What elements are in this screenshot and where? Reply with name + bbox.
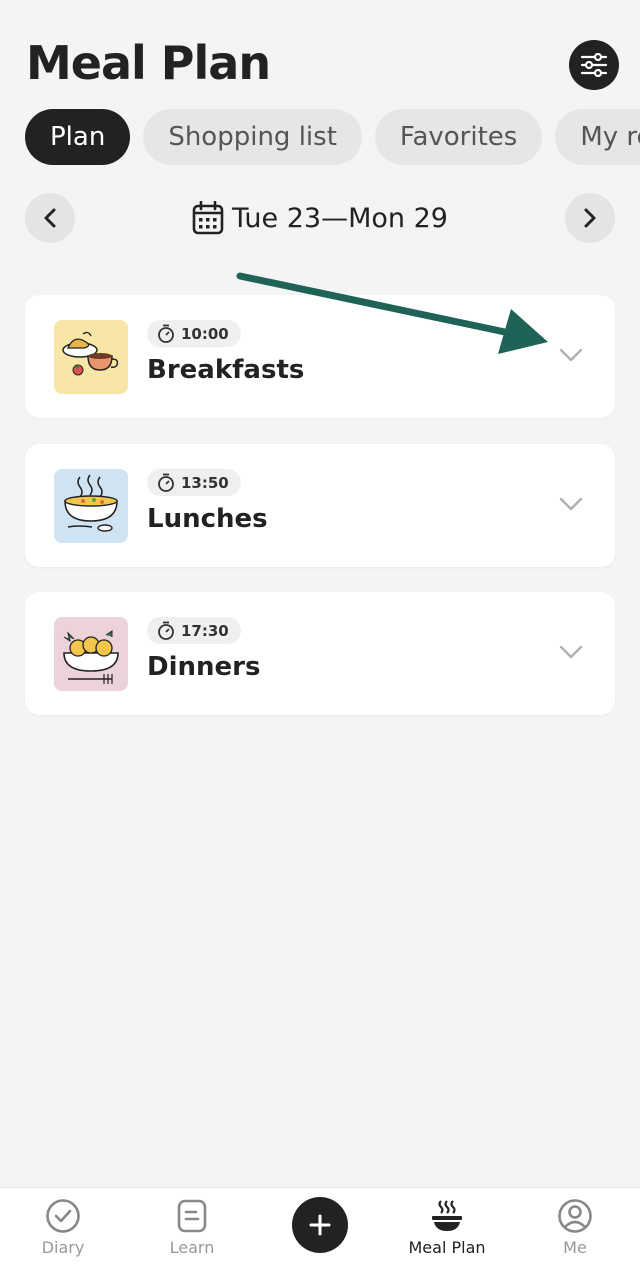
tab-shopping-list[interactable]: Shopping list — [143, 109, 362, 165]
nav-meal-plan-label: Meal Plan — [408, 1238, 486, 1257]
pasta-icon — [54, 617, 128, 691]
nav-diary-label: Diary — [41, 1238, 85, 1257]
meal-time: 17:30 — [181, 621, 229, 640]
expand-chevron[interactable] — [557, 494, 585, 514]
nav-learn[interactable]: Learn — [137, 1198, 247, 1257]
previous-week-button[interactable] — [25, 193, 75, 243]
meal-name: Dinners — [147, 652, 261, 682]
chevron-left-icon — [44, 208, 56, 228]
soup-icon — [54, 469, 128, 543]
date-range[interactable]: Tue 23—Mon 29 — [25, 193, 615, 243]
stopwatch-icon — [158, 473, 174, 492]
nav-me-label: Me — [563, 1238, 587, 1257]
bottom-nav: Diary Learn Meal Plan Me — [0, 1187, 640, 1280]
date-range-label: Tue 23—Mon 29 — [232, 202, 448, 234]
chevron-down-icon — [559, 348, 583, 362]
expand-chevron[interactable] — [557, 642, 585, 662]
meal-card-breakfasts[interactable]: 10:00 Breakfasts — [25, 295, 615, 418]
meal-card-dinners[interactable]: 17:30 Dinners — [25, 592, 615, 715]
calendar-icon — [192, 201, 224, 235]
nav-meal-plan[interactable]: Meal Plan — [392, 1198, 502, 1257]
user-circle-icon — [558, 1199, 592, 1233]
expand-chevron[interactable] — [557, 345, 585, 365]
stopwatch-icon — [158, 324, 174, 343]
tab-favorites[interactable]: Favorites — [374, 109, 543, 165]
sliders-icon — [580, 53, 608, 77]
tab-my-recipes[interactable]: My recipes — [555, 109, 640, 165]
meal-time: 13:50 — [181, 473, 229, 492]
settings-button[interactable] — [569, 40, 619, 90]
chevron-right-icon — [584, 208, 596, 228]
breakfast-icon — [54, 320, 128, 394]
steaming-bowl-icon — [432, 1200, 462, 1231]
tab-bar: Plan Shopping list Favorites My recipes — [25, 109, 640, 165]
plus-icon — [309, 1214, 331, 1236]
meal-time-badge: 10:00 — [147, 320, 241, 347]
check-circle-icon — [46, 1199, 80, 1233]
nav-learn-label: Learn — [169, 1238, 215, 1257]
meal-name: Breakfasts — [147, 355, 305, 385]
next-week-button[interactable] — [565, 193, 615, 243]
stopwatch-icon — [158, 621, 174, 640]
add-button[interactable] — [292, 1197, 348, 1253]
nav-diary[interactable]: Diary — [8, 1198, 118, 1257]
document-icon — [177, 1199, 207, 1233]
nav-me[interactable]: Me — [520, 1198, 630, 1257]
meal-time-badge: 17:30 — [147, 617, 241, 644]
page-title: Meal Plan — [26, 36, 271, 90]
week-navigator: Tue 23—Mon 29 — [25, 193, 615, 243]
meal-time-badge: 13:50 — [147, 469, 241, 496]
tab-plan[interactable]: Plan — [25, 109, 131, 165]
meal-card-lunches[interactable]: 13:50 Lunches — [25, 444, 615, 567]
meal-time: 10:00 — [181, 324, 229, 343]
chevron-down-icon — [559, 645, 583, 659]
chevron-down-icon — [559, 497, 583, 511]
meal-name: Lunches — [147, 504, 268, 534]
